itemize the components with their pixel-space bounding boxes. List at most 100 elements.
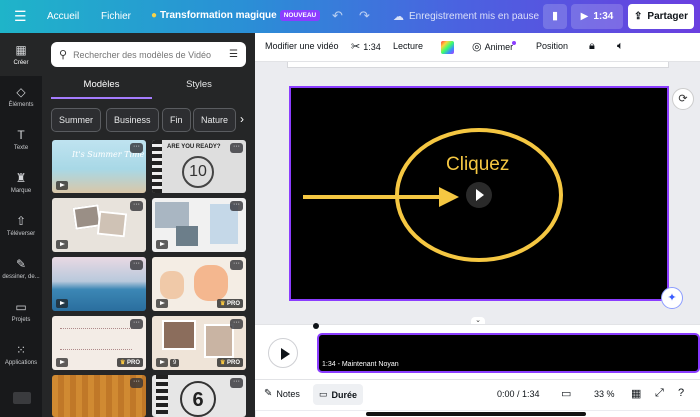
- magic-icon: ●: [151, 10, 158, 21]
- pro-badge: PRO: [116, 358, 143, 367]
- countdown-circle: 10: [182, 156, 214, 188]
- trim-button[interactable]: ✂ 1:34: [351, 40, 381, 53]
- rail-item-elements[interactable]: ◇ Éléments: [0, 85, 42, 108]
- share-button[interactable]: ⇪ Partager: [628, 4, 694, 29]
- chips-next-icon[interactable]: ›: [240, 112, 244, 126]
- panel-tabs: Modèles Styles: [51, 75, 246, 99]
- animate-button[interactable]: ◎ Animer: [472, 40, 517, 53]
- more-button[interactable]: ···: [130, 319, 143, 329]
- search-box[interactable]: ⚲ ☰: [51, 42, 246, 67]
- template-thumb-script[interactable]: ··· PRO: [52, 316, 146, 370]
- insights-button[interactable]: ▮: [543, 4, 567, 29]
- playback-button[interactable]: Lecture: [393, 41, 423, 51]
- chip-summer[interactable]: Summer: [51, 108, 102, 132]
- magic-switch-label: Transformation magique: [160, 10, 277, 21]
- help-icon[interactable]: ?: [678, 387, 684, 399]
- playhead-marker[interactable]: [313, 323, 319, 329]
- photo: [96, 210, 128, 238]
- rail-item-brand[interactable]: ♜ Marque: [0, 171, 42, 194]
- more-button[interactable]: ···: [230, 378, 243, 388]
- more-button[interactable]: ···: [130, 378, 143, 388]
- home-indicator: [256, 411, 700, 417]
- tab-styles[interactable]: Styles: [152, 75, 246, 99]
- redo-icon[interactable]: ↷: [359, 8, 370, 24]
- new-badge: NOUVEAU: [279, 10, 321, 21]
- template-thumb-shapes[interactable]: ··· PRO: [152, 257, 246, 311]
- trim-duration: 1:34: [363, 41, 381, 52]
- brand-icon: ♜: [15, 171, 27, 185]
- canvas-text-cliquez[interactable]: Cliquez: [446, 154, 509, 176]
- template-thumb-voyage[interactable]: ···: [152, 198, 246, 252]
- chip-nature[interactable]: Nature: [193, 108, 237, 132]
- template-thumb-collage[interactable]: ···: [52, 198, 146, 252]
- chip-business[interactable]: Business: [106, 108, 159, 132]
- rail-item-upload[interactable]: ⇧ Téléverser: [0, 214, 42, 237]
- shape: [160, 271, 184, 299]
- rail-item-draw[interactable]: ✎ dessiner, de...: [0, 257, 42, 280]
- grid-view-icon[interactable]: ▦: [631, 387, 641, 400]
- more-button[interactable]: ···: [130, 201, 143, 211]
- rail-label: dessiner, de...: [2, 274, 40, 280]
- template-thumb-family[interactable]: ··· 9 PRO: [152, 316, 246, 370]
- home-link[interactable]: Accueil: [47, 11, 79, 22]
- timeline-clip[interactable]: 1:34 - Maintenant Noyan: [317, 333, 700, 373]
- more-button[interactable]: ···: [230, 260, 243, 270]
- magic-switch-button[interactable]: ● Transformation magique NOUVEAU: [151, 10, 321, 21]
- animate-label: Animer: [484, 41, 514, 52]
- clip-count-badge: 9: [170, 359, 180, 367]
- position-button[interactable]: Position: [536, 41, 568, 51]
- fit-screen-icon[interactable]: ▭: [561, 387, 571, 400]
- rail-item-apps[interactable]: ⁙ Applications: [0, 343, 42, 366]
- file-menu[interactable]: Fichier: [101, 11, 131, 22]
- filter-icon[interactable]: ☰: [229, 49, 238, 60]
- more-button[interactable]: ···: [230, 319, 243, 329]
- thumb-title: ARE YOU READY?: [167, 144, 221, 150]
- templates-panel: ⚲ ☰ Modèles Styles Summer Business Fin N…: [42, 33, 255, 417]
- notes-button[interactable]: ✎ Notes: [264, 388, 300, 399]
- tab-templates[interactable]: Modèles: [51, 75, 152, 99]
- regenerate-icon[interactable]: ⟳: [672, 88, 694, 110]
- rail-item-projects[interactable]: ▭ Projets: [0, 300, 42, 323]
- template-thumb-countdown[interactable]: ARE YOU READY? 10 ···: [152, 140, 246, 193]
- bar-chart-icon: ▮: [551, 10, 559, 22]
- template-thumb-countdown-6[interactable]: 6 ···: [152, 375, 246, 417]
- rail-item-text[interactable]: T Texte: [0, 128, 42, 151]
- volume-icon[interactable]: 🔈︎: [617, 40, 624, 53]
- video-icon: [156, 240, 168, 249]
- video-icon: [56, 240, 68, 249]
- template-thumb-ocean[interactable]: ···: [52, 257, 146, 311]
- more-button[interactable]: ···: [130, 143, 143, 153]
- template-thumb-wood[interactable]: ···: [52, 375, 146, 417]
- chip-end[interactable]: Fin: [162, 108, 191, 132]
- fullscreen-icon[interactable]: ⤢: [655, 387, 664, 400]
- timeline-play-button[interactable]: [268, 338, 298, 368]
- bottom-rail-thumb[interactable]: [13, 392, 31, 404]
- editor-toolbar: Modifier une vidéo ✂ 1:34 Lecture ◎ Anim…: [255, 33, 700, 62]
- menu-icon[interactable]: ☰: [14, 9, 27, 23]
- more-button[interactable]: ···: [130, 260, 143, 270]
- film-strip: [152, 140, 162, 193]
- share-label: Partager: [647, 11, 688, 22]
- animate-icon: ◎: [472, 41, 482, 53]
- zoom-level[interactable]: 33 %: [594, 389, 615, 399]
- photo: [176, 226, 198, 246]
- duration-icon: ▭: [319, 389, 328, 399]
- search-input[interactable]: [73, 49, 230, 60]
- edit-video-button[interactable]: Modifier une vidéo: [265, 41, 339, 51]
- present-time: 1:34: [593, 11, 614, 22]
- canvas-graphic: [303, 128, 563, 262]
- photo: [204, 324, 234, 358]
- lock-icon[interactable]: 🔒︎: [589, 40, 595, 53]
- video-page[interactable]: Cliquez: [289, 86, 669, 301]
- upload-icon: ⇧: [15, 214, 27, 228]
- duration-button[interactable]: ▭ Durée: [313, 384, 364, 405]
- magic-assistant-icon[interactable]: ✦: [661, 287, 683, 309]
- more-button[interactable]: ···: [230, 143, 243, 153]
- color-picker-icon[interactable]: [441, 41, 454, 54]
- rail-label: Projets: [11, 317, 31, 323]
- present-button[interactable]: ▶ 1:34: [571, 4, 623, 29]
- rail-item-create[interactable]: ▦ Créer: [0, 33, 42, 76]
- undo-icon[interactable]: ↶: [332, 8, 343, 24]
- template-thumb-summer[interactable]: It's Summer Time ···: [52, 140, 146, 193]
- more-button[interactable]: ···: [230, 201, 243, 211]
